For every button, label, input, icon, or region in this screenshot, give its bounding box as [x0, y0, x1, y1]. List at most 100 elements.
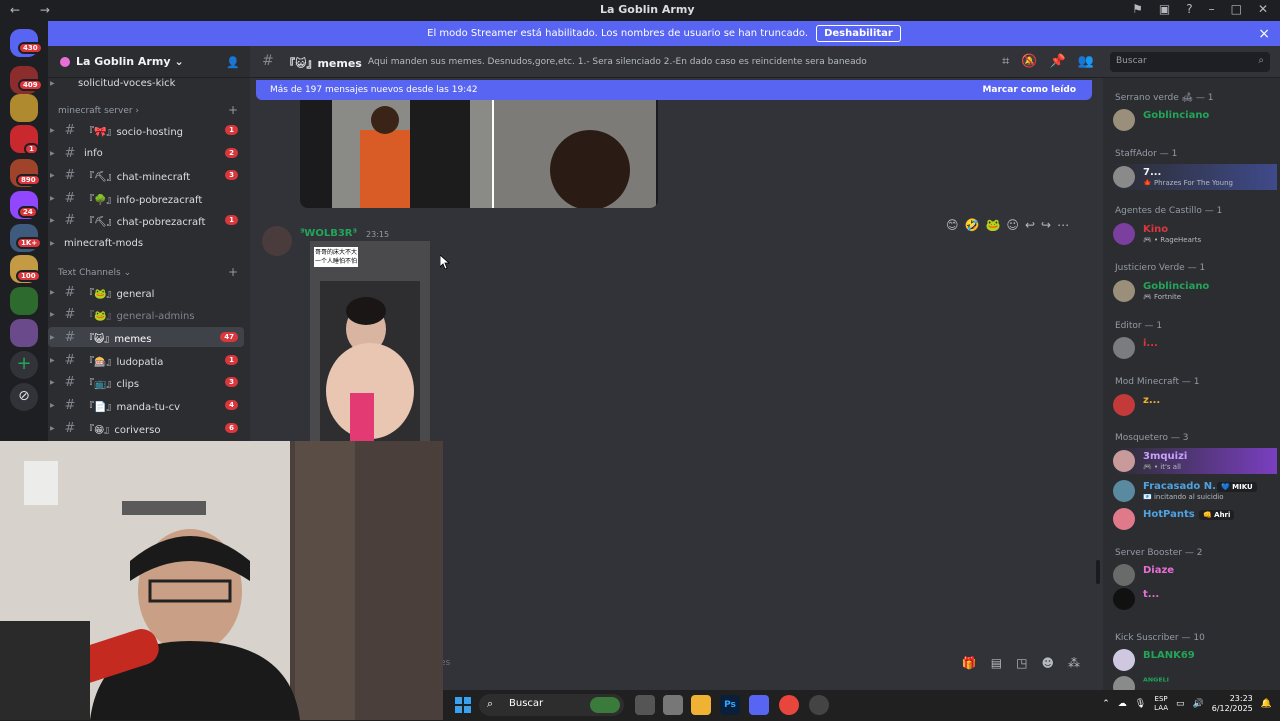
- member-item[interactable]: Goblinciano 🎮 Fortnite: [1113, 278, 1277, 304]
- channel-item[interactable]: ▶ # 『🐸』general-admins: [48, 304, 244, 324]
- reaction-icon[interactable]: 🤣: [965, 218, 980, 232]
- member-item[interactable]: Kino 🎮 • RageHearts: [1113, 221, 1277, 247]
- channel-item[interactable]: ▶ # 『🐸』general: [48, 282, 244, 302]
- gift-icon[interactable]: 🎁: [962, 656, 977, 670]
- app-icon[interactable]: [809, 695, 829, 715]
- chrome-icon[interactable]: [779, 695, 799, 715]
- widget-icon[interactable]: [590, 697, 620, 713]
- message-image[interactable]: [300, 100, 658, 208]
- member-item[interactable]: i...: [1113, 335, 1277, 361]
- screen-icon[interactable]: ▣: [1159, 2, 1170, 16]
- volume-icon[interactable]: 🔊: [1193, 699, 1204, 709]
- server-icon[interactable]: [10, 94, 38, 122]
- emoji-icon[interactable]: ☻: [1041, 656, 1054, 670]
- member-item[interactable]: t...: [1113, 586, 1277, 612]
- channel-item[interactable]: ▶ # 『🌳』info-pobrezacraft: [48, 188, 244, 208]
- add-channel-icon[interactable]: +: [228, 103, 238, 117]
- member-item[interactable]: 7... 🍁 Phrazes For The Young: [1113, 164, 1277, 190]
- channel-item[interactable]: ▶ # 『🎀』socio-hosting 1: [48, 120, 244, 140]
- member-item[interactable]: 3mquizi 🎮 • it's all: [1113, 448, 1277, 474]
- member-item[interactable]: HotPants 👊 Ahri: [1113, 506, 1277, 532]
- pin-icon[interactable]: 📌: [1050, 54, 1066, 69]
- more-icon[interactable]: ⋯: [1057, 218, 1069, 232]
- help-icon[interactable]: ?: [1186, 2, 1192, 16]
- sticker-icon[interactable]: ◳: [1016, 656, 1027, 670]
- member-list-icon[interactable]: 👥: [1078, 54, 1094, 69]
- apps-icon[interactable]: ⁂: [1068, 656, 1080, 670]
- task-view-icon[interactable]: [635, 695, 655, 715]
- file-explorer-icon[interactable]: [691, 695, 711, 715]
- nav-arrows[interactable]: ← →: [10, 3, 58, 17]
- scrollbar[interactable]: [1096, 560, 1100, 584]
- unread-badge: 3: [225, 170, 238, 180]
- channel-item[interactable]: ▶ solicitud-voces-kick: [48, 73, 244, 93]
- close-window-button[interactable]: ✕: [1258, 2, 1268, 16]
- channel-item-active[interactable]: ▶ # 『😺』memes 47: [48, 327, 244, 347]
- invite-icon[interactable]: 👤: [226, 56, 240, 69]
- clock-time: 23:23: [1229, 694, 1253, 703]
- clock[interactable]: 23:23 6/12/2025: [1212, 694, 1253, 714]
- threads-icon[interactable]: ⌗: [1002, 54, 1009, 69]
- reaction-icon[interactable]: 😊: [946, 218, 959, 232]
- member-name: Goblinciano: [1143, 110, 1210, 121]
- category-text-channels[interactable]: Text Channels ⌄ +: [58, 265, 238, 279]
- avatar: [1113, 223, 1135, 245]
- message-author[interactable]: ᴲWOLB3Rᴲ: [300, 228, 357, 239]
- gif-icon[interactable]: ▤: [991, 656, 1002, 670]
- channel-item[interactable]: ▶ # 『🎰』ludopatia 1: [48, 350, 244, 370]
- add-reaction-icon[interactable]: ☺: [1006, 218, 1019, 232]
- close-icon[interactable]: ×: [1258, 26, 1270, 42]
- server-icon[interactable]: [10, 287, 38, 315]
- channel-item[interactable]: ▶ # info 2: [48, 143, 244, 163]
- mic-icon[interactable]: 🎙: [1135, 699, 1146, 709]
- avatar: [1113, 394, 1135, 416]
- discover-icon[interactable]: ⊘: [10, 383, 38, 411]
- member-name: i...: [1143, 338, 1158, 349]
- add-server-icon[interactable]: +: [10, 351, 38, 379]
- new-messages-bar[interactable]: Más de 197 mensajes nuevos desde las 19:…: [256, 80, 1092, 100]
- channel-item[interactable]: ▶ # 『⛏』chat-minecraft 3: [48, 165, 244, 185]
- search-input[interactable]: Buscar ⌕: [1110, 52, 1270, 72]
- avatar: [1113, 166, 1135, 188]
- message-composer[interactable]: es 🎁 ▤ ◳ ☻ ⁂: [440, 650, 1090, 676]
- search-placeholder: Buscar: [1116, 56, 1147, 66]
- network-icon[interactable]: ▭: [1176, 699, 1185, 709]
- channel-item[interactable]: ▶ # 『📺』clips 3: [48, 372, 244, 392]
- channel-item[interactable]: ▶ minecraft-mods: [48, 233, 244, 253]
- channel-item[interactable]: ▶ # 『😁』coriverso 6: [48, 418, 244, 438]
- chevron-up-icon[interactable]: ⌃: [1102, 699, 1110, 709]
- maximize-button[interactable]: □: [1231, 2, 1242, 16]
- channel-item[interactable]: ▶ # 『⛏』chat-pobrezacraft 1: [48, 210, 244, 230]
- avatar[interactable]: [262, 226, 292, 256]
- windows-start-icon[interactable]: [455, 697, 471, 713]
- member-item[interactable]: z...: [1113, 392, 1277, 418]
- channel-name: 『⛏』chat-pobrezacraft: [84, 216, 206, 228]
- reaction-icon[interactable]: 🐸: [985, 218, 1000, 232]
- disable-streamer-button[interactable]: Deshabilitar: [816, 25, 901, 42]
- notifications-icon[interactable]: 🔕: [1021, 54, 1037, 69]
- inbox-icon[interactable]: ⚑: [1132, 2, 1143, 16]
- photoshop-icon[interactable]: Ps: [720, 695, 740, 715]
- reply-icon[interactable]: ↩: [1025, 218, 1035, 232]
- channel-item[interactable]: ▶ # 『📄』manda-tu-cv 4: [48, 395, 244, 415]
- member-item[interactable]: Fracasado N... 💙 MIKU 📧 incitando al sui…: [1113, 478, 1277, 504]
- message-image[interactable]: 哥哥的床大不大 一个人睡怕不怕: [310, 241, 430, 441]
- language-indicator[interactable]: ESP LAA: [1154, 695, 1168, 713]
- member-item[interactable]: BLANK69: [1113, 647, 1277, 673]
- add-channel-icon[interactable]: +: [228, 265, 238, 279]
- unread-badge: 6: [225, 423, 238, 433]
- member-item[interactable]: Goblinciano: [1113, 107, 1277, 133]
- category-minecraft[interactable]: minecraft server › +: [58, 103, 238, 117]
- cloud-icon[interactable]: ☁: [1118, 699, 1127, 709]
- channel-topic[interactable]: Aqui manden sus memes. Desnudos,gore,etc…: [368, 57, 867, 67]
- mark-as-read-button[interactable]: Marcar como leído: [982, 85, 1076, 95]
- forward-icon[interactable]: ↪: [1041, 218, 1051, 232]
- discord-icon[interactable]: [749, 695, 769, 715]
- server-icon[interactable]: [10, 319, 38, 347]
- app-icon[interactable]: [663, 695, 683, 715]
- avatar: [1113, 450, 1135, 472]
- minimize-button[interactable]: –: [1209, 2, 1215, 16]
- notification-icon[interactable]: 🔔: [1261, 699, 1272, 709]
- member-item[interactable]: Diaze: [1113, 562, 1277, 588]
- member-item[interactable]: ᴬᴺᴳᴱᴸᴵ: [1113, 674, 1277, 690]
